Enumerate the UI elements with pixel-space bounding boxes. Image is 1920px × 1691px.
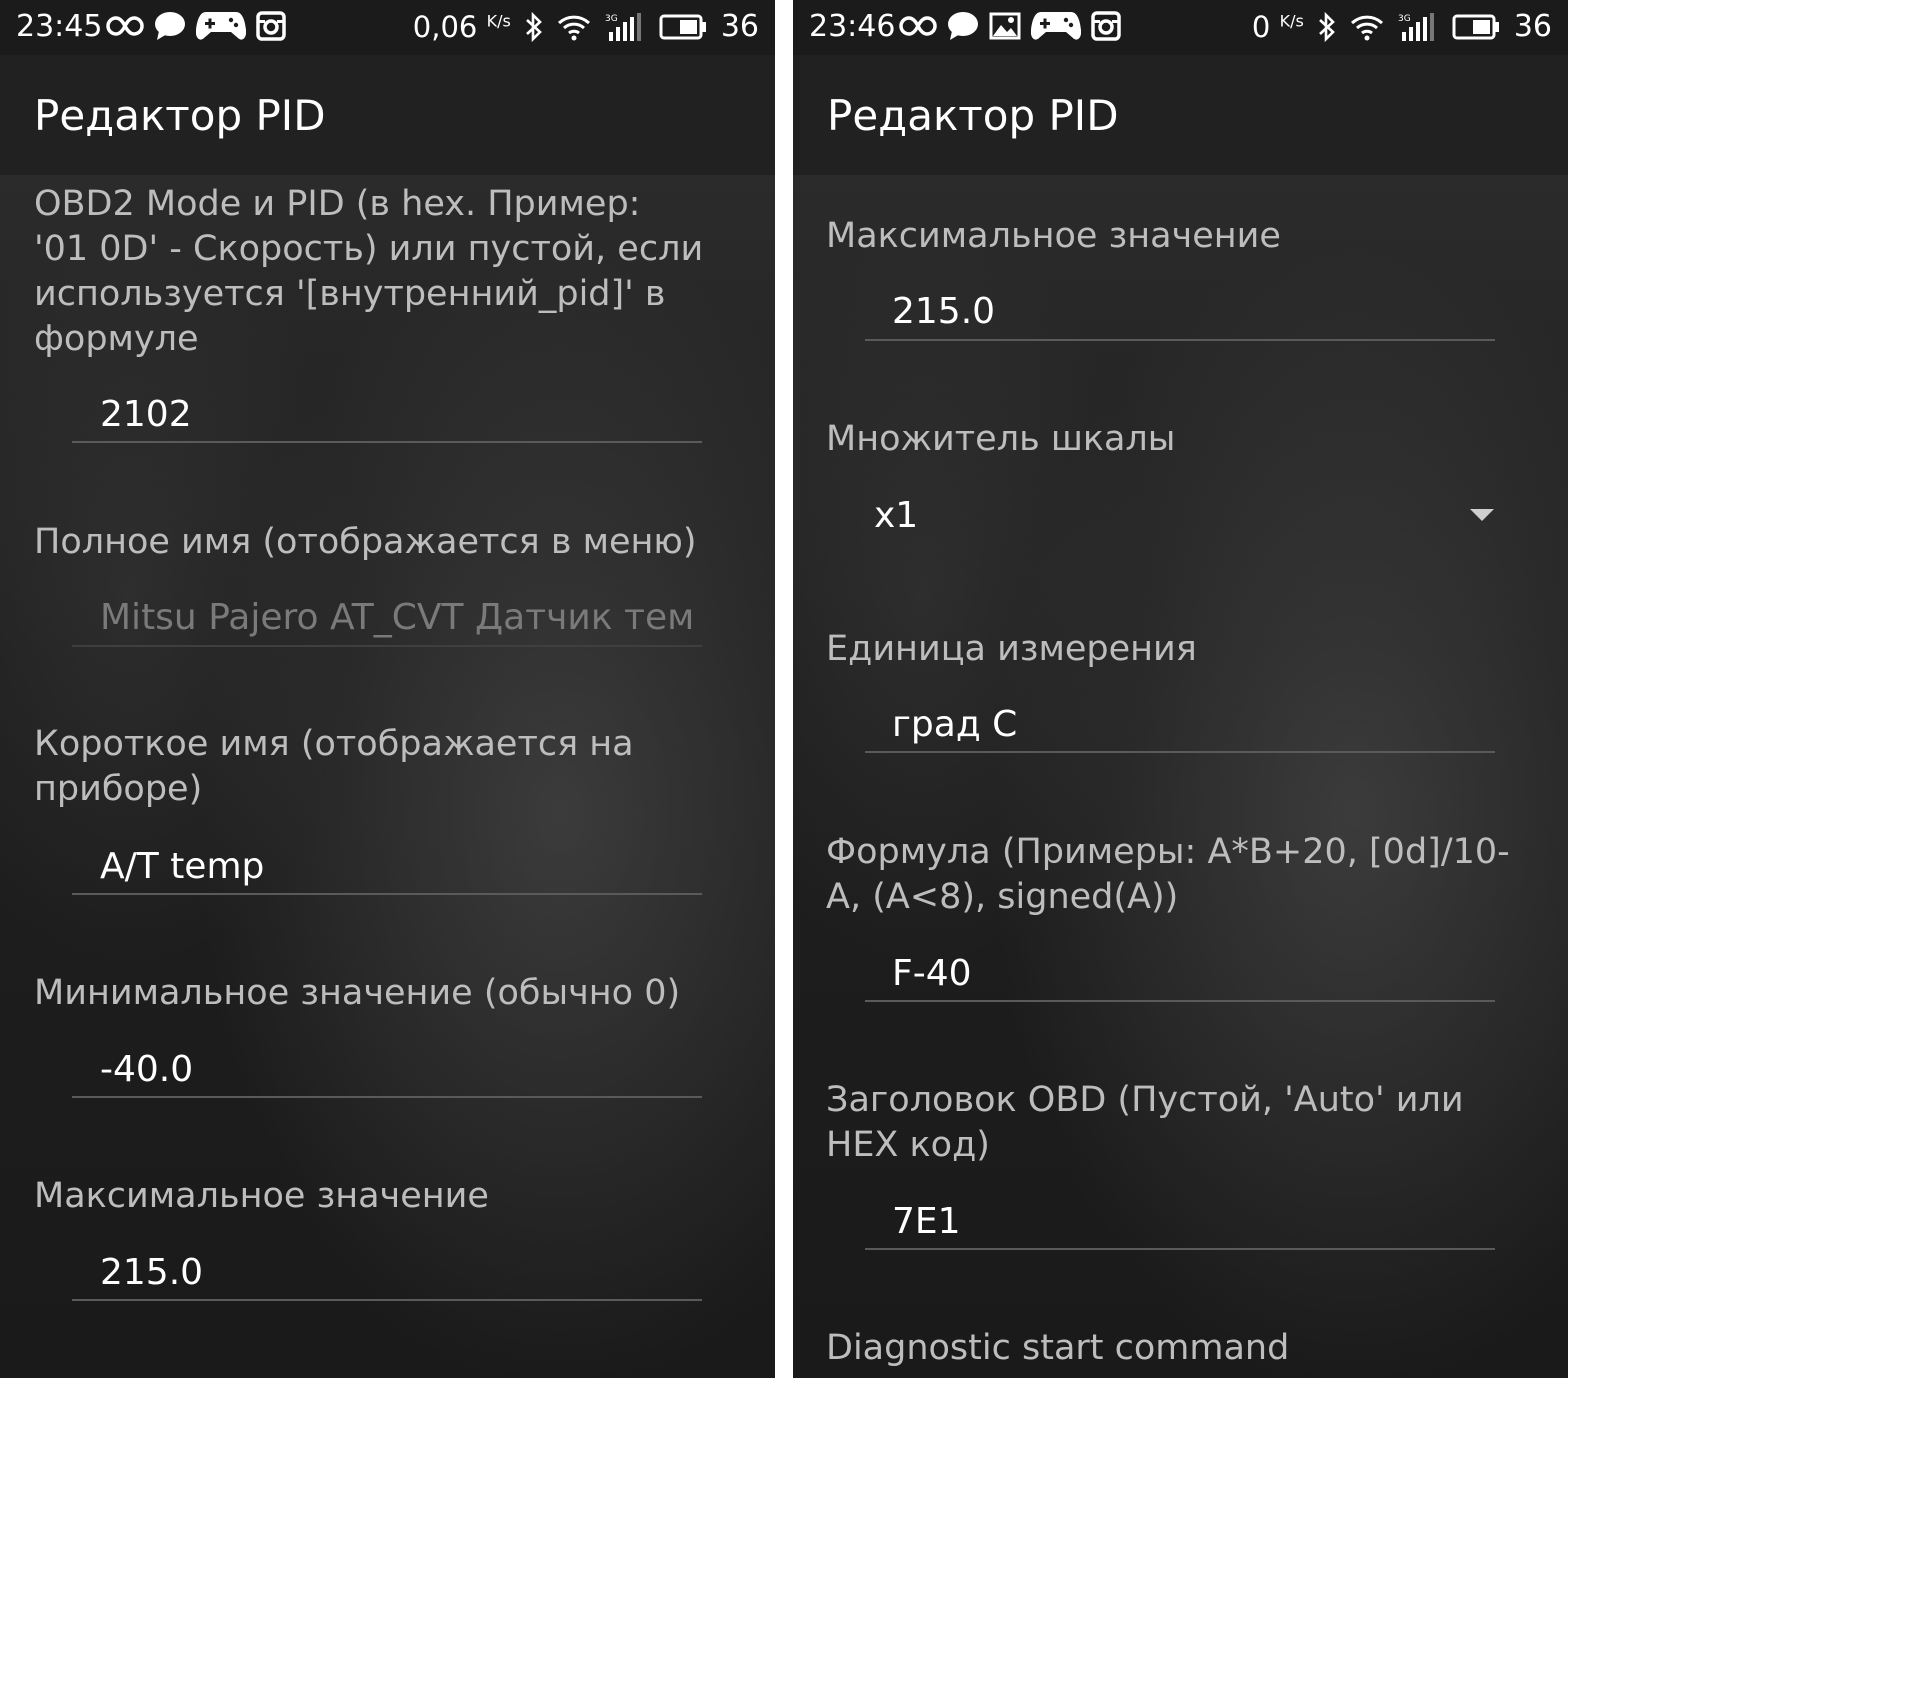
chat-bubble-icon [154,11,186,41]
infinity-icon [106,14,144,38]
bluetooth-icon [1318,11,1336,42]
input-underline [72,1299,702,1301]
field-label: Минимальное значение (обычно 0) [34,973,681,1013]
unit-input[interactable]: град С [892,705,1017,745]
network-speed: 0,06 K/s [412,9,511,44]
battery-percent: 36 [720,9,759,44]
field-label: Единица измерения [826,629,1197,669]
field-label: Максимальное значение [826,216,1281,256]
battery-icon [659,14,707,40]
wifi-icon [1350,13,1384,41]
scale-multiplier-select[interactable]: x1 [874,496,918,536]
input-underline [865,339,1495,341]
form-content[interactable]: Максимальное значение 215.0 Множитель шк… [793,175,1568,1378]
wifi-icon [557,13,591,41]
battery-icon [1452,14,1500,40]
infinity-icon [899,14,937,38]
gamepad-icon [196,10,246,42]
input-underline [72,441,702,443]
status-bar: 23:46 0 K/s 3G 36 [793,0,1568,55]
status-bar: 23:45 0,06 K/s 3G 36 [0,0,775,55]
field-label: Формула (Примеры: A*B+20, [0d]/10-A, (A<… [826,832,1510,917]
app-bar: Редактор PID [793,55,1568,175]
form-content[interactable]: OBD2 Mode и PID (в hex. Пример: '01 0D' … [0,175,775,1378]
field-label: Diagnostic start command [826,1328,1290,1368]
field-label: OBD2 Mode и PID (в hex. Пример: '01 0D' … [34,184,704,359]
gamepad-icon [1031,10,1081,42]
signal-3g-icon: 3G [1398,12,1438,42]
phone-screen-left: 23:45 0,06 K/s 3G 36 Редактор PID OBD2 M… [0,0,775,1378]
field-label: Множитель шкалы [826,419,1176,459]
phone-screen-right: 23:46 0 K/s 3G 36 Редактор PID Максималь… [793,0,1568,1378]
obd-pid-input[interactable]: 2102 [100,395,192,435]
field-label: Короткое имя (отображается на приборе) [34,724,634,809]
app-bar: Редактор PID [0,55,775,175]
max-value-input[interactable]: 215.0 [892,292,995,332]
status-time: 23:46 [809,9,896,44]
formula-input[interactable]: F-40 [892,954,972,994]
battery-percent: 36 [1513,9,1552,44]
svg-text:3G: 3G [1398,14,1411,24]
obd-header-input[interactable]: 7E1 [892,1202,961,1242]
full-name-input[interactable]: Mitsu Pajero AT_CVT Датчик тем [100,598,694,638]
network-speed: 0 K/s [1251,9,1304,44]
bluetooth-icon [525,11,543,42]
instagram-icon [1091,11,1121,41]
max-value-input[interactable]: 215.0 [100,1253,203,1293]
chat-bubble-icon [947,11,979,41]
field-label: Полное имя (отображается в меню) [34,522,697,562]
min-value-input[interactable]: -40.0 [100,1050,193,1090]
input-underline [72,645,702,647]
input-underline [865,751,1495,753]
short-name-input[interactable]: A/T temp [100,847,264,887]
dropdown-arrow-icon[interactable] [1470,509,1494,521]
signal-3g-icon: 3G [605,12,645,42]
field-label: Заголовок OBD (Пустой, 'Auto' или HEX ко… [826,1080,1464,1165]
page-title: Редактор PID [827,91,1119,140]
image-icon [989,12,1021,40]
status-time: 23:45 [16,9,103,44]
input-underline [865,1248,1495,1250]
input-underline [72,893,702,895]
svg-text:3G: 3G [605,14,618,24]
input-underline [72,1096,702,1098]
field-label: Максимальное значение [34,1176,489,1216]
page-title: Редактор PID [34,91,326,140]
instagram-icon [256,11,286,41]
input-underline [865,1000,1495,1002]
